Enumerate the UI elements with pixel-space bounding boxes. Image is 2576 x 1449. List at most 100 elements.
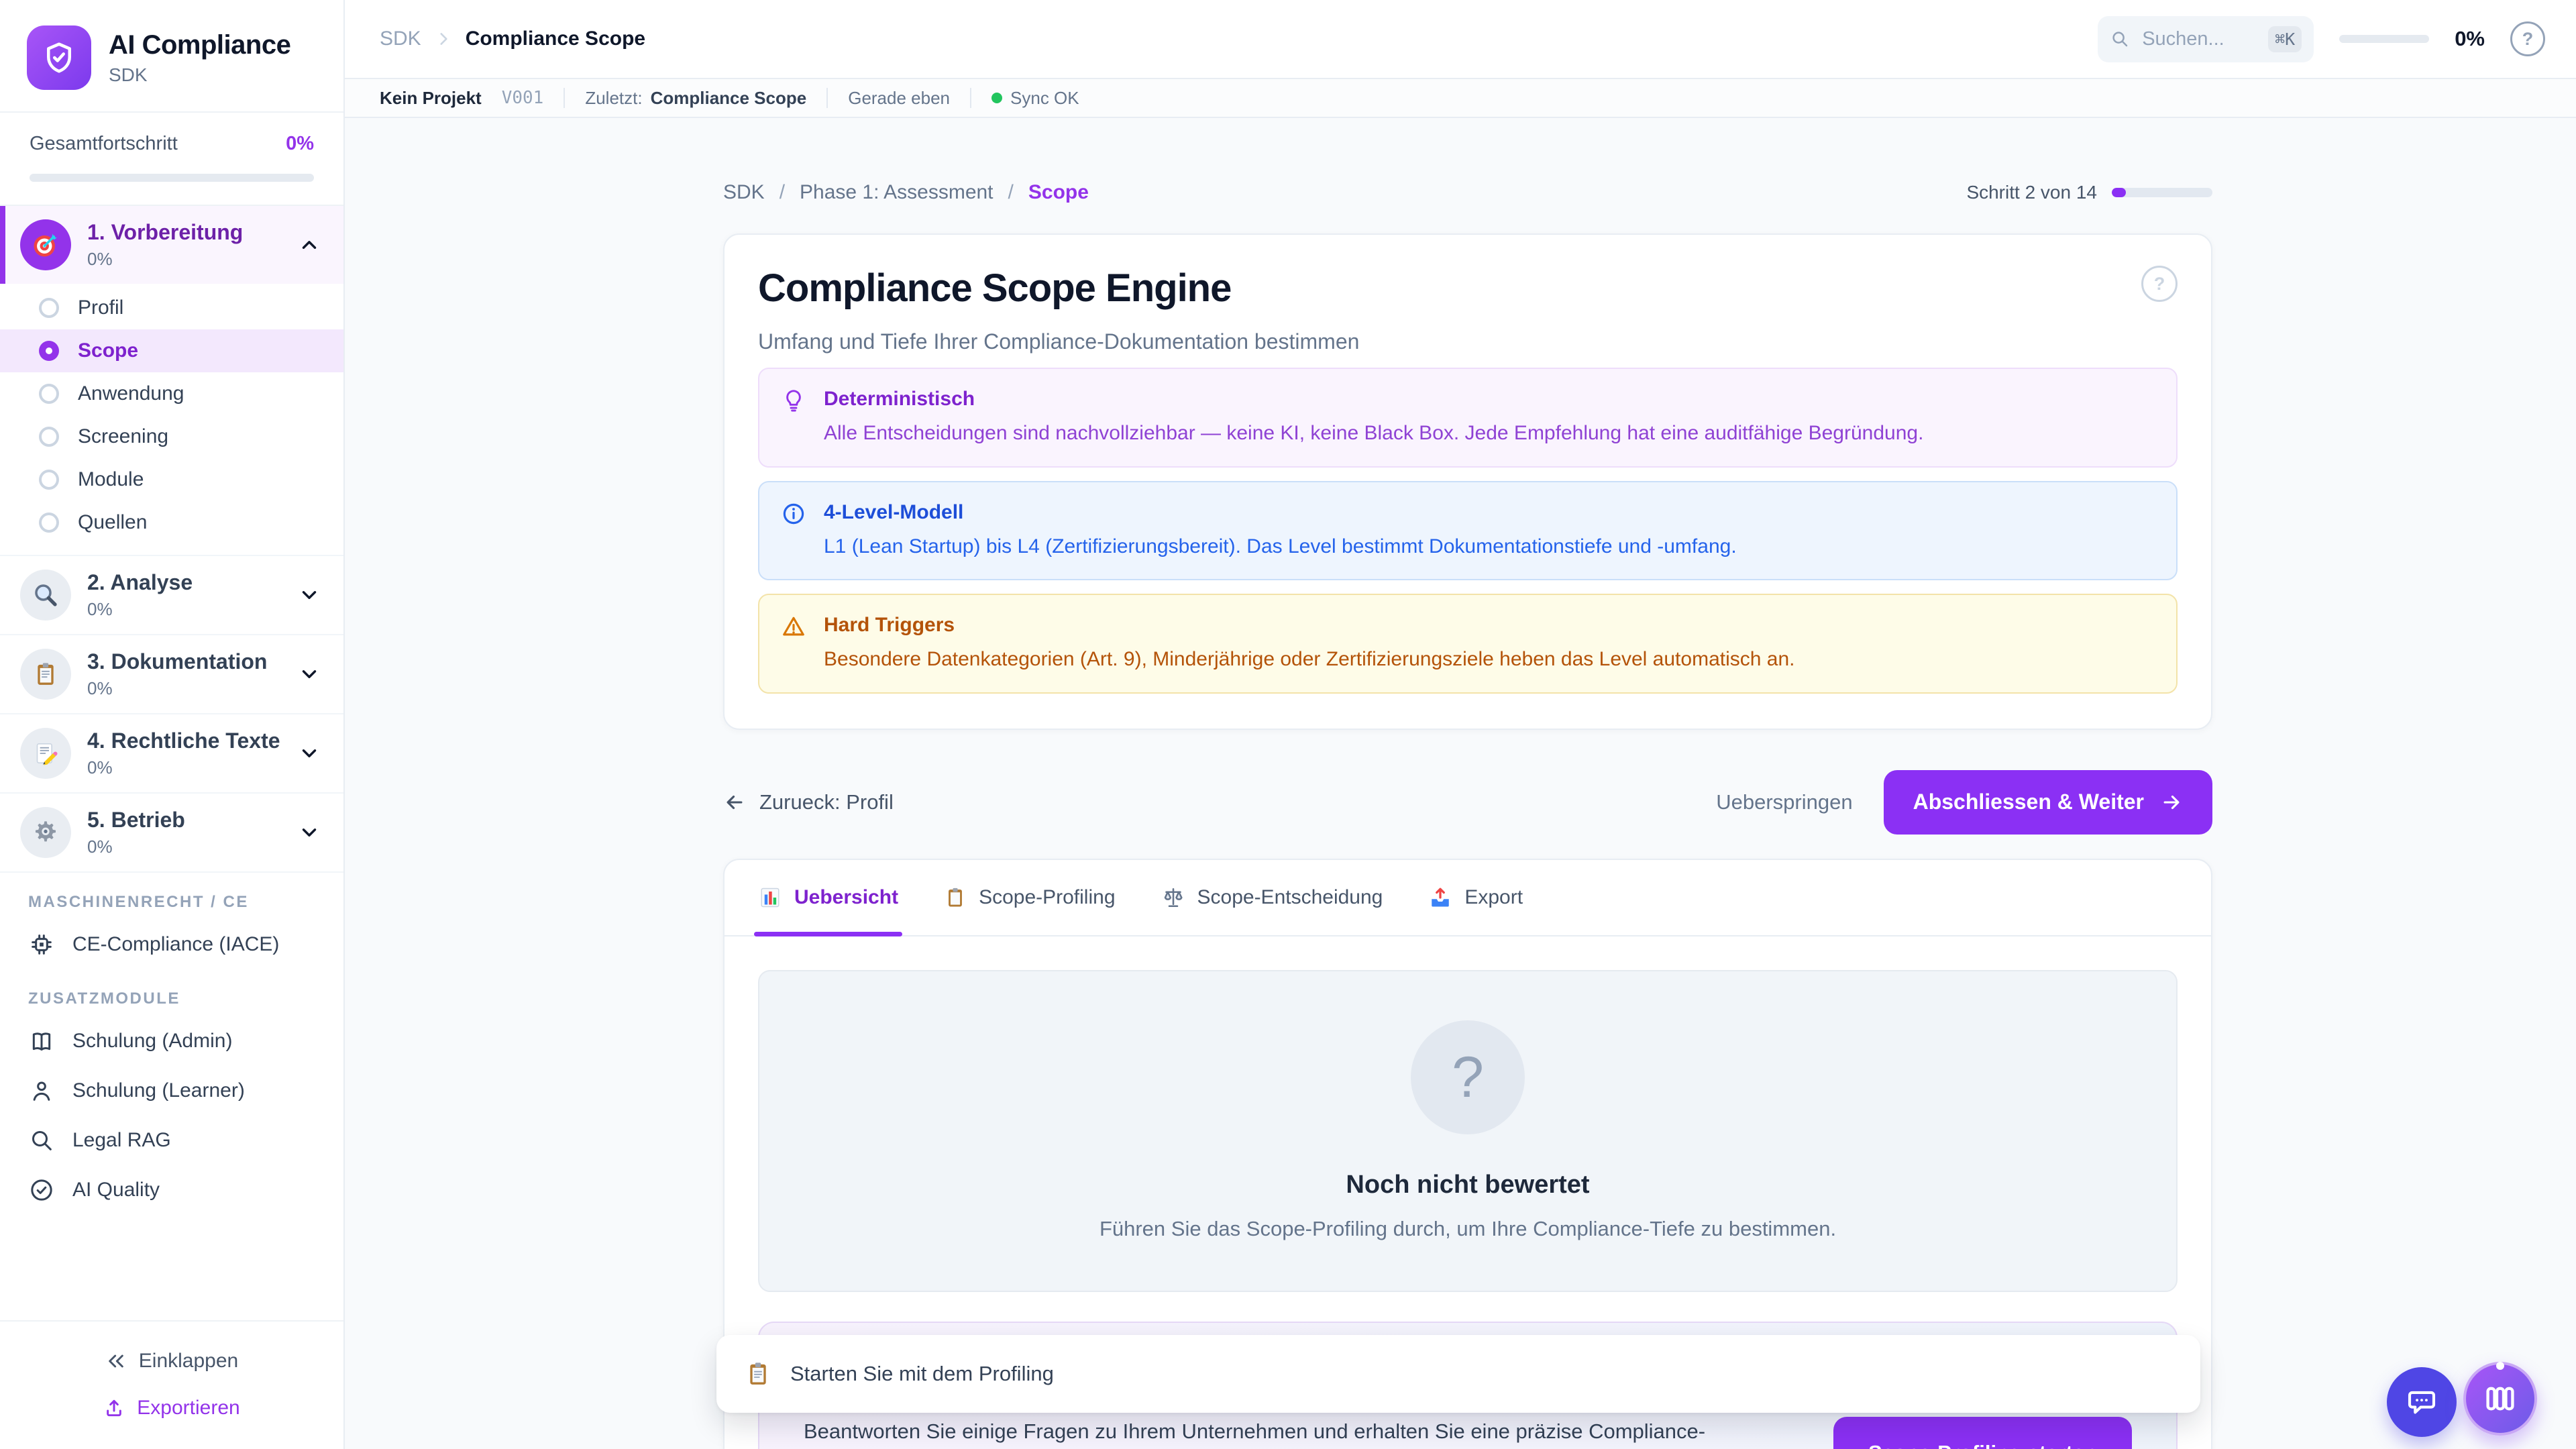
export-label: Exportieren [137,1397,239,1419]
board-view-button[interactable] [2463,1362,2537,1436]
tab-uebersicht[interactable]: Uebersicht [758,860,898,935]
overall-progress-label: Gesamtfortschritt [30,133,178,155]
book-icon [28,1028,55,1055]
upload-icon [103,1397,125,1419]
cpu-icon [28,931,55,958]
tab-export[interactable]: Export [1428,860,1523,935]
sidebar-item-label: AI Quality [72,1179,160,1201]
clipboard-icon [944,886,967,909]
chevron-down-icon [298,584,321,606]
section-percent: 0% [87,599,282,620]
export-tray-icon [1428,885,1452,910]
search-icon [2110,29,2130,49]
page-subtitle: Umfang und Tiefe Ihrer Compliance-Dokume… [758,329,2178,354]
slash-separator: / [1008,181,1014,204]
header-progress-value: 0% [2455,27,2485,51]
sidebar-item-label: Legal RAG [72,1129,171,1152]
chat-assistant-button[interactable] [2387,1367,2457,1437]
warning-icon [781,614,806,674]
crumb-phase[interactable]: Phase 1: Assessment [800,181,994,204]
skip-button[interactable]: Ueberspringen [1716,790,1852,814]
radio-icon [39,427,59,447]
breadcrumb-current: Compliance Scope [466,28,645,50]
complete-next-button[interactable]: Abschliessen & Weiter [1884,770,2212,835]
sidebar-item-scope[interactable]: Scope [0,329,343,372]
sidebar-item-screening[interactable]: Screening [0,415,343,458]
gear-icon [20,807,71,858]
back-button[interactable]: Zurueck: Profil [723,790,894,814]
search-placeholder: Suchen... [2142,28,2256,50]
sidebar-item-module[interactable]: Module [0,458,343,501]
sidebar-item-anwendung[interactable]: Anwendung [0,372,343,415]
section-title: 5. Betrieb [87,808,282,833]
section-title: 3. Dokumentation [87,649,282,674]
step-label: Schritt 2 von 14 [1966,182,2097,203]
last-value: Compliance Scope [651,88,807,109]
crumb-current: Scope [1028,181,1089,204]
cta-body-text: Beantworten Sie einige Fragen zu Ihrem U… [804,1417,1793,1446]
empty-state-body: Führen Sie das Scope-Profiling durch, um… [1099,1217,1836,1241]
section-percent: 0% [87,678,282,699]
page-breadcrumb: SDK / Phase 1: Assessment / Scope [723,181,1089,204]
target-icon [20,219,71,270]
collapse-label: Einklappen [139,1350,238,1373]
search-icon [28,1127,55,1154]
sidebar-item-schulung-learner[interactable]: Schulung (Learner) [0,1066,343,1116]
version-badge: V001 [502,88,544,108]
help-icon[interactable]: ? [2510,21,2545,56]
collapse-sidebar-button[interactable]: Einklappen [92,1340,252,1382]
sidebar-section-analyse[interactable]: 2. Analyse 0% [0,555,343,634]
status-bar: Kein Projekt V001 Zuletzt: Compliance Sc… [343,79,2576,118]
lightbulb-icon [781,388,806,447]
note-body: Alle Entscheidungen sind nachvollziehbar… [824,420,1923,447]
sidebar-item-label: Quellen [78,511,147,534]
sidebar-item-schulung-admin[interactable]: Schulung (Admin) [0,1016,343,1066]
info-icon [781,501,806,561]
note-deterministisch: Deterministisch Alle Entscheidungen sind… [758,368,2178,468]
breadcrumb: SDK Compliance Scope [380,28,645,50]
clipboard-icon [20,649,71,700]
empty-state-title: Noch nicht bewertet [1346,1171,1589,1199]
sidebar-item-quellen[interactable]: Quellen [0,501,343,544]
step-indicator: Schritt 2 von 14 [1966,182,2212,203]
crumb-sdk[interactable]: SDK [723,181,765,204]
chevron-down-icon [298,663,321,686]
memo-icon [20,728,71,779]
tab-scope-entscheidung[interactable]: Scope-Entscheidung [1161,860,1383,935]
sidebar-footer: Einklappen Exportieren [0,1320,343,1449]
next-label: Abschliessen & Weiter [1913,790,2144,814]
tab-scope-profiling[interactable]: Scope-Profiling [944,860,1115,935]
sidebar-item-profil[interactable]: Profil [0,286,343,329]
search-input[interactable]: Suchen... ⌘K [2098,16,2314,62]
card-help-icon[interactable]: ? [2141,266,2178,302]
bar-chart-icon [758,885,782,910]
last-saved-time: Gerade eben [848,88,950,109]
check-circle-icon [28,1177,55,1203]
tab-label: Scope-Profiling [979,886,1115,909]
sidebar-section-rechtliche-texte[interactable]: 4. Rechtliche Texte 0% [0,713,343,792]
note-hard-triggers: Hard Triggers Besondere Datenkategorien … [758,594,2178,694]
collapse-icon [105,1350,127,1372]
breadcrumb-root[interactable]: SDK [380,28,421,50]
sidebar-section-vorbereitung[interactable]: 1. Vorbereitung 0% [0,206,343,284]
radio-icon [39,470,59,490]
page-title: Compliance Scope Engine [758,266,1231,311]
export-button[interactable]: Exportieren [90,1387,253,1429]
sidebar-item-label: Anwendung [78,382,184,405]
start-profiling-button[interactable]: Scope-Profiling starten [1833,1417,2132,1449]
profiling-hint-bar: Starten Sie mit dem Profiling [716,1335,2200,1413]
slash-separator: / [780,181,785,204]
sidebar-item-label: Screening [78,425,168,448]
section-percent: 0% [87,249,282,270]
sidebar-section-dokumentation[interactable]: 3. Dokumentation 0% [0,634,343,713]
sidebar-nav: 1. Vorbereitung 0% Profil Scope [0,205,343,1320]
radio-icon [39,384,59,404]
step-progress-bar [2112,188,2212,197]
sidebar-item-ce-compliance[interactable]: CE-Compliance (IACE) [0,920,343,969]
divider [564,88,565,108]
sidebar-section-betrieb[interactable]: 5. Betrieb 0% [0,792,343,871]
top-bar: SDK Compliance Scope Suchen... ⌘K 0% ? [343,0,2576,79]
sidebar-item-ai-quality[interactable]: AI Quality [0,1165,343,1215]
arrow-left-icon [723,791,746,814]
sidebar-item-legal-rag[interactable]: Legal RAG [0,1116,343,1165]
